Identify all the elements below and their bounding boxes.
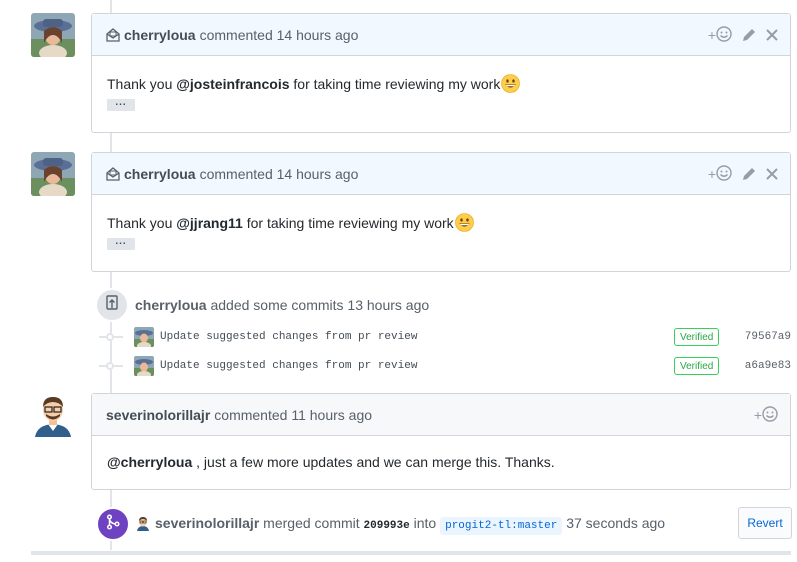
mail-read-icon [106,27,120,42]
comment-text: for taking time reviewing my work [289,76,501,92]
comment-verb: commented [199,26,273,43]
comment-card: severinolorillajr commented 11 hours ago… [91,393,791,490]
commit-sha[interactable]: a6a9e83 [745,360,791,372]
comment-time[interactable]: 14 hours ago [277,27,359,43]
hidden-text-expander[interactable]: ... [107,237,135,250]
comment-time[interactable]: 11 hours ago [291,407,372,423]
repo-push-icon [105,294,119,316]
comment-header: severinolorillajr commented 11 hours ago… [92,394,790,436]
event-author[interactable]: cherryloua [135,297,207,313]
commits-event-badge [95,288,129,322]
merge-event-text: severinolorillajr merged commit 209993e … [155,515,665,535]
comment-text: for taking time reviewing my work [242,215,454,231]
comment-card: cherryloua commented 14 hours ago + Than… [91,152,791,272]
avatar[interactable] [31,393,75,437]
avatar[interactable] [31,152,75,196]
comment-time[interactable]: 14 hours ago [277,166,359,182]
pencil-icon[interactable] [742,167,756,181]
close-icon[interactable] [766,168,778,180]
commit-message[interactable]: Update suggested changes from pr review [160,360,417,372]
plus-sign: + [707,166,716,182]
merge-event-badge [96,507,130,541]
comment-actions: + [708,14,778,56]
user-mention[interactable]: @jjrang11 [176,215,243,231]
comment-verb: commented [214,406,288,423]
hidden-text-expander[interactable]: ... [107,98,135,111]
grinning-emoji-icon [501,74,521,93]
comment-author[interactable]: severinolorillajr [106,407,210,423]
commit-sha[interactable]: 79567a9 [745,331,791,343]
comment-author[interactable]: cherryloua [124,27,196,43]
merged-commit-sha[interactable]: 209993e [364,520,410,532]
commit-message[interactable]: Update suggested changes from pr review [160,331,417,343]
commit-dot-icon [106,333,114,341]
merge-into: into [413,515,437,531]
add-reaction-button[interactable]: + [753,405,778,425]
merge-author-avatar[interactable] [135,515,151,531]
merge-time[interactable]: 37 seconds ago [566,515,665,531]
add-reaction-icon [716,164,732,184]
event-author[interactable]: severinolorillajr [155,515,259,531]
verified-badge[interactable]: Verified [674,357,720,375]
merge-verb: merged commit [263,515,360,531]
comment-header: cherryloua commented 14 hours ago + [92,14,790,56]
pencil-icon[interactable] [742,28,756,42]
event-description: added some commits 13 hours ago [210,297,430,313]
git-merge-icon [106,513,120,535]
comment-text: Thank you [107,215,177,231]
add-reaction-button[interactable]: + [707,164,732,184]
plus-sign: + [753,407,762,423]
mail-read-icon [106,166,120,181]
comment-actions: + [754,394,778,436]
revert-button[interactable]: Revert [738,507,792,539]
commit-author-avatar[interactable] [134,356,154,376]
avatar[interactable] [31,13,75,57]
add-reaction-icon [716,25,732,45]
close-icon[interactable] [766,29,778,41]
plus-sign: + [707,27,716,43]
timeline-end-divider [31,551,791,555]
comment-verb: commented [199,165,273,182]
target-branch[interactable]: progit2-tl:master [440,517,563,535]
user-mention[interactable]: @cherryloua [107,454,192,470]
commit-row: Update suggested changes from pr review … [99,327,794,349]
comment-body: @cherryloua , just a few more updates an… [92,436,790,484]
grinning-emoji-icon [454,213,474,232]
comment-header: cherryloua commented 14 hours ago + [92,153,790,195]
comment-text: Thank you [107,76,177,92]
commits-event-text: cherryloua added some commits 13 hours a… [135,297,429,313]
verified-badge[interactable]: Verified [674,328,720,346]
commit-dot-icon [106,362,114,370]
comment-body: Thank you @jjrang11 for taking time revi… [92,195,790,264]
commit-author-avatar[interactable] [134,327,154,347]
comment-body: Thank you @josteinfrancois for taking ti… [92,56,790,125]
user-mention[interactable]: @josteinfrancois [176,76,289,92]
comment-text: , just a few more updates and we can mer… [192,454,555,470]
comment-author[interactable]: cherryloua [124,166,196,182]
comment-card: cherryloua commented 14 hours ago + Than… [91,13,791,133]
add-reaction-icon [762,405,778,425]
commit-row: Update suggested changes from pr review … [99,356,794,378]
comment-actions: + [708,153,778,195]
add-reaction-button[interactable]: + [707,25,732,45]
